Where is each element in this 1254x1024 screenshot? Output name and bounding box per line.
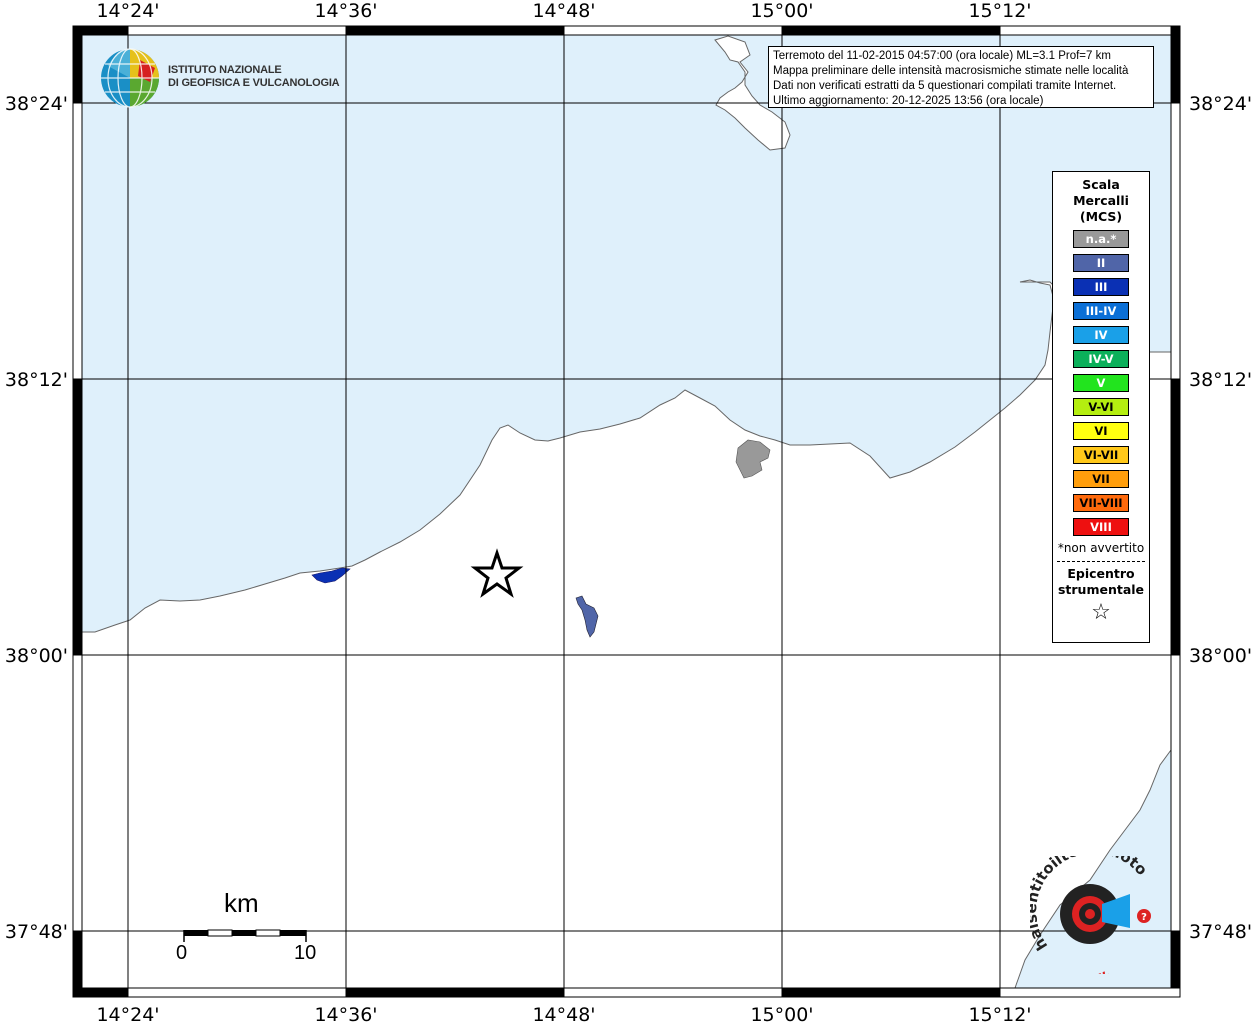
legend-epicenter-line: strumentale <box>1057 582 1145 597</box>
legend-item: VI-VII <box>1073 446 1129 464</box>
legend-item: VIII <box>1073 518 1129 536</box>
scale-label-start: 0 <box>176 942 188 964</box>
legend-item: VI <box>1073 422 1129 440</box>
legend-title-line: Mercalli <box>1073 193 1129 208</box>
lon-label-bottom: 14°48' <box>532 1004 595 1024</box>
event-info-line: Ultimo aggiornamento: 20-12-2025 13:56 (… <box>773 95 1044 107</box>
lat-labels-left: 38°24' 38°12' 38°00' 37°48' <box>5 93 68 943</box>
legend-item: II <box>1073 254 1129 272</box>
scale-label-end: 10 <box>294 942 317 964</box>
lon-label-bottom: 14°24' <box>96 1004 159 1024</box>
lon-label-top: 15°00' <box>750 0 813 22</box>
lat-labels-right: 38°24' 38°12' 38°00' 37°48' <box>1189 93 1252 943</box>
hst-logo[interactable]: haisentitoilterremoto.it www. ? <box>1022 839 1160 988</box>
globe-icon <box>101 48 159 108</box>
lon-label-top: 15°12' <box>968 0 1031 22</box>
scale-bar-graphic <box>183 929 307 942</box>
legend-item: IV-V <box>1073 350 1129 368</box>
hst-www: www. <box>1072 966 1113 974</box>
lat-label-right: 38°00' <box>1189 645 1252 667</box>
lon-label-top: 14°48' <box>532 0 595 22</box>
legend-item: VII <box>1073 470 1129 488</box>
event-info-box: Terremoto del 11-02-2015 04:57:00 (ora l… <box>768 46 1154 108</box>
lon-label-top: 14°24' <box>96 0 159 22</box>
legend-item: IV <box>1073 326 1129 344</box>
hst-badge-icon: haisentitoilterremoto.it www. ? <box>1022 839 1151 988</box>
lon-labels-top: 14°24' 14°36' 14°48' 15°00' 15°12' <box>96 0 1031 22</box>
lon-label-top: 14°36' <box>314 0 377 22</box>
legend-item: V-VI <box>1073 398 1129 416</box>
ingv-name-line1: ISTITUTO NAZIONALE <box>168 64 282 76</box>
legend-divider <box>1057 561 1145 562</box>
lat-label-left: 38°12' <box>5 369 68 391</box>
lon-label-bottom: 15°00' <box>750 1004 813 1024</box>
lat-label-left: 38°00' <box>5 645 68 667</box>
lon-label-bottom: 14°36' <box>314 1004 377 1024</box>
legend-item: n.a.* <box>1073 230 1129 248</box>
legend-epicenter-line: Epicentro <box>1067 566 1135 581</box>
lon-labels-bottom: 14°24' 14°36' 14°48' 15°00' 15°12' <box>96 1004 1031 1024</box>
legend-title: Scala Mercalli (MCS) <box>1053 177 1149 225</box>
scale-bar: km 0 10 <box>176 888 326 968</box>
legend-title-line: (MCS) <box>1079 209 1123 224</box>
legend-note: *non avvertito <box>1057 541 1145 555</box>
lat-label-right: 38°24' <box>1189 93 1252 115</box>
event-info-line: Dati non verificati estratti da 5 questi… <box>773 80 1117 92</box>
lat-label-left: 37°48' <box>5 921 68 943</box>
lat-label-left: 38°24' <box>5 93 68 115</box>
legend-star-icon: ☆ <box>1091 600 1111 625</box>
event-info-line: Terremoto del 11-02-2015 04:57:00 (ora l… <box>773 50 1111 62</box>
legend-item: III-IV <box>1073 302 1129 320</box>
legend-item: VII-VIII <box>1073 494 1129 512</box>
ingv-name-line2: DI GEOFISICA E VULCANOLOGIA <box>168 77 340 89</box>
lat-label-right: 37°48' <box>1189 921 1252 943</box>
lat-label-right: 38°12' <box>1189 369 1252 391</box>
legend-title-line: Scala <box>1082 177 1120 192</box>
event-info-line: Mappa preliminare delle intensità macros… <box>773 65 1129 77</box>
mcs-legend: Scala Mercalli (MCS) n.a.* II III III-IV IV I… <box>1052 171 1150 643</box>
ingv-name: ISTITUTO NAZIONALE DI GEOFISICA E VULCAN… <box>168 64 340 90</box>
legend-epicenter-label: Epicentro strumentale <box>1053 566 1149 598</box>
ingv-logo: ISTITUTO NAZIONALE DI GEOFISICA E VULCAN… <box>100 48 340 110</box>
legend-item: III <box>1073 278 1129 296</box>
svg-text:?: ? <box>1141 912 1147 923</box>
legend-item: V <box>1073 374 1129 392</box>
legend-items: n.a.* II III III-IV IV IV-V V V-VI VI VI-VII VII VI… <box>1053 230 1149 536</box>
lon-label-bottom: 15°12' <box>968 1004 1031 1024</box>
